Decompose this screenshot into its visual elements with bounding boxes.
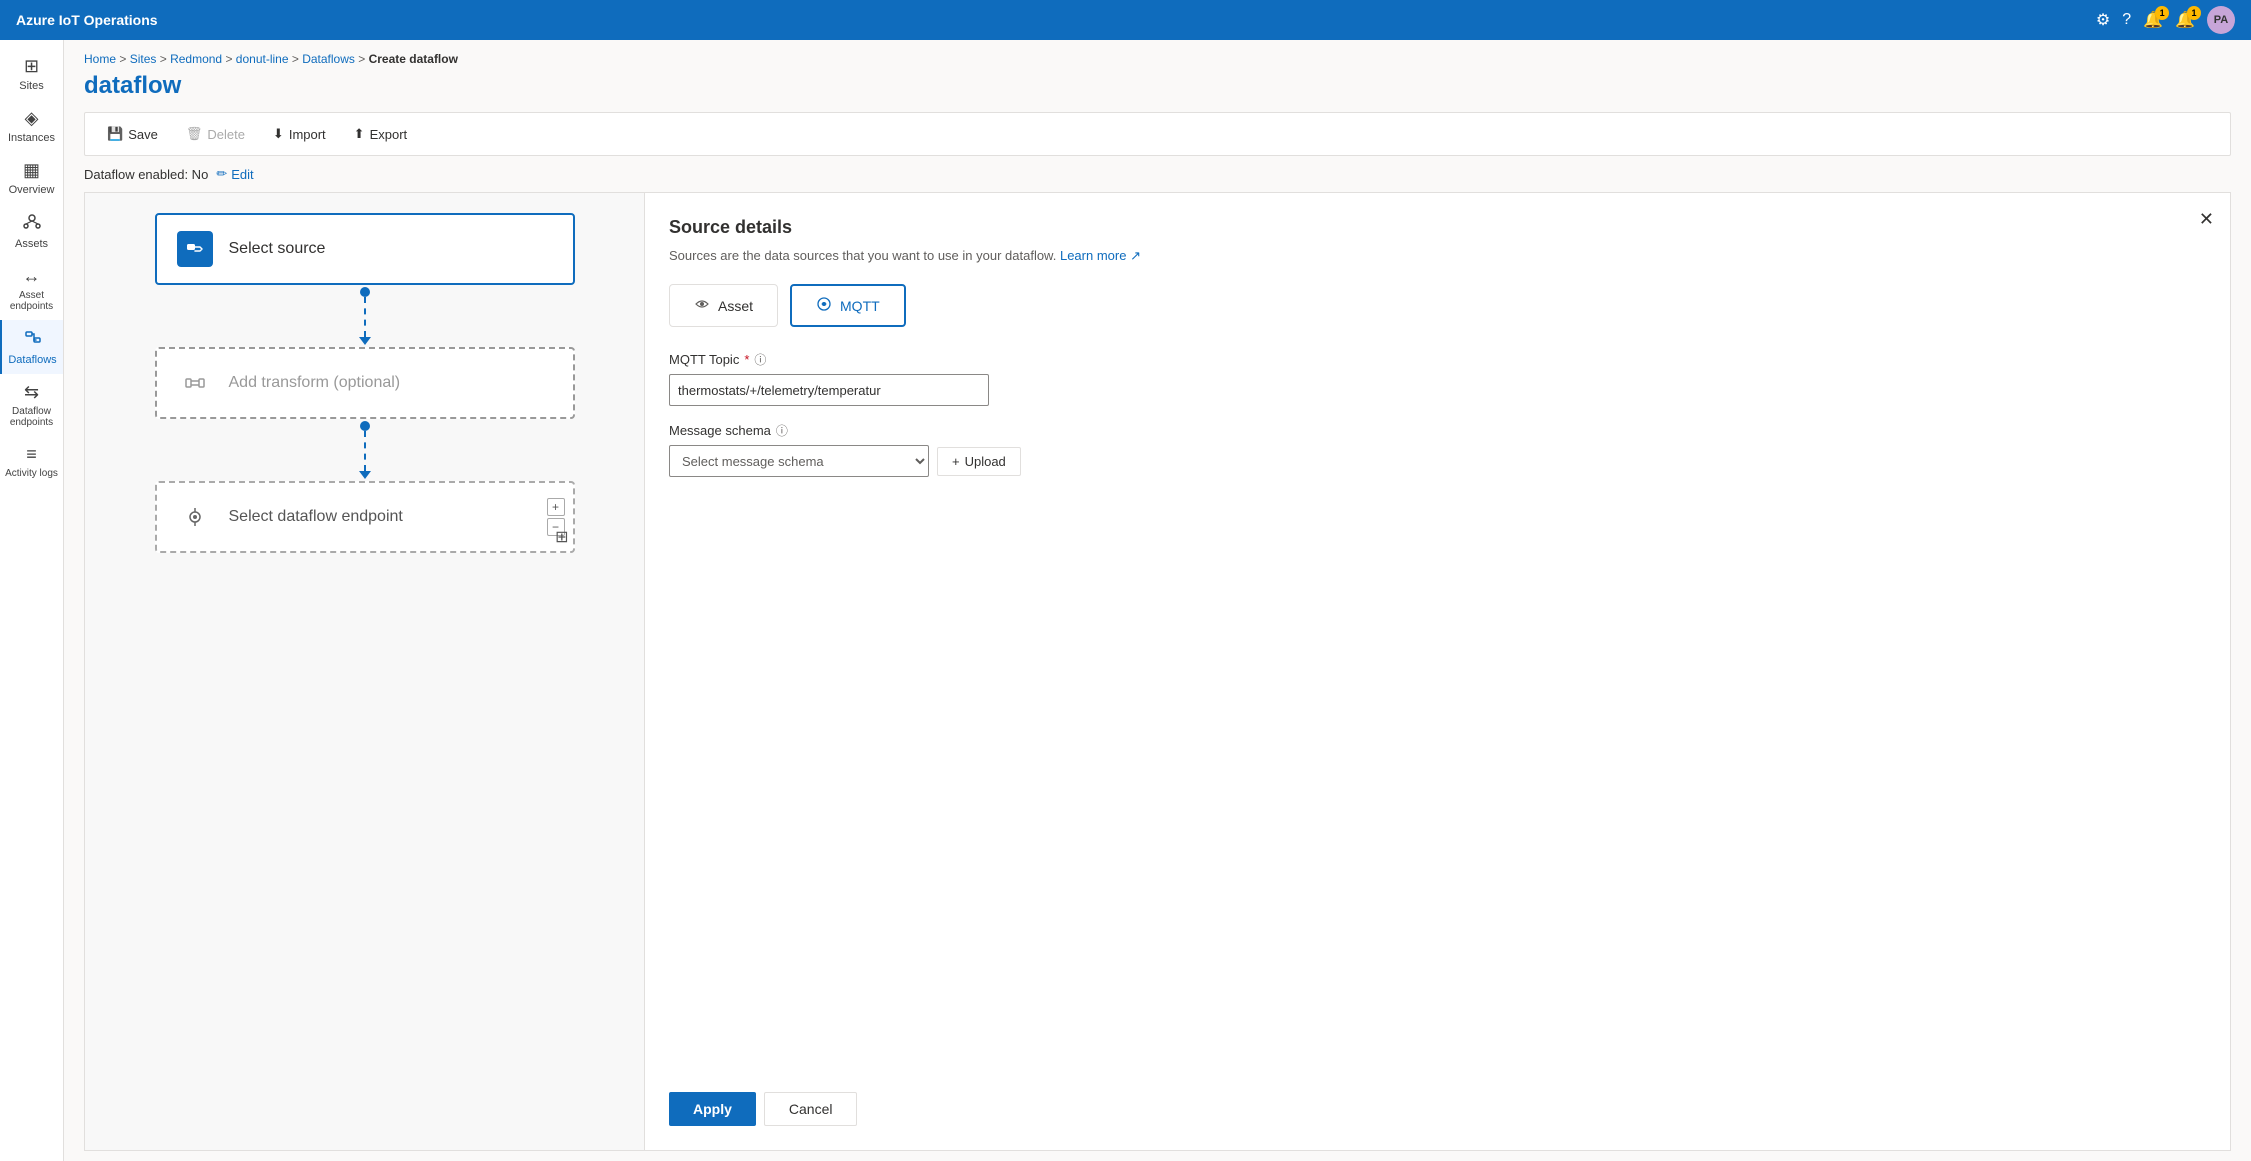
assets-icon <box>23 212 41 235</box>
arrow-1 <box>359 337 371 345</box>
transform-node-label: Add transform (optional) <box>229 374 401 392</box>
asset-endpoints-icon: ↔ <box>23 266 41 287</box>
alert1-badge: 1 <box>2155 6 2169 20</box>
plus-button[interactable]: + <box>547 498 565 516</box>
details-title: Source details <box>669 217 2206 238</box>
avatar[interactable]: PA <box>2207 6 2235 34</box>
connector-2 <box>359 421 371 479</box>
mqtt-topic-input[interactable] <box>669 374 989 406</box>
export-button[interactable]: ⬆ Export <box>344 121 417 147</box>
source-type-buttons: Asset MQTT <box>669 284 2206 327</box>
sidebar-item-dataflow-endpoints-label: Dataflow endpoints <box>4 406 59 428</box>
sidebar-item-overview-label: Overview <box>9 184 55 196</box>
mqtt-button[interactable]: MQTT <box>790 284 906 327</box>
dashed-line-1 <box>364 297 366 337</box>
sites-icon: ⊞ <box>24 56 39 77</box>
endpoint-node-label: Select dataflow endpoint <box>229 508 403 526</box>
dataflow-status: Dataflow enabled: No <box>84 167 208 182</box>
corner-icon: ⊞ <box>555 527 568 547</box>
export-icon: ⬆ <box>354 126 365 142</box>
endpoint-node[interactable]: Select dataflow endpoint + − ⊞ <box>155 481 575 553</box>
sidebar-item-activity-logs[interactable]: ≡ Activity logs <box>0 436 63 487</box>
sidebar-item-overview[interactable]: ▦ Overview <box>0 152 63 204</box>
dataflow-endpoints-icon: ⇆ <box>24 382 39 403</box>
mqtt-topic-label: MQTT Topic * ⓘ <box>669 351 2206 368</box>
dashed-line-2 <box>364 431 366 471</box>
close-button[interactable]: ✕ <box>2199 209 2214 230</box>
cancel-button[interactable]: Cancel <box>764 1092 858 1126</box>
message-schema-info-icon[interactable]: ⓘ <box>776 422 788 439</box>
apply-button[interactable]: Apply <box>669 1092 756 1126</box>
flow-panel: Select source Add transform (optional) <box>85 193 645 1150</box>
dot-1 <box>360 287 370 297</box>
details-subtitle: Sources are the data sources that you wa… <box>669 248 2206 264</box>
sidebar-item-dataflows[interactable]: Dataflows <box>0 320 63 374</box>
dataflows-icon <box>24 328 42 351</box>
main-layout: ⊞ Sites ◈ Instances ▦ Overview Assets ↔ … <box>0 40 2251 1161</box>
transform-icon <box>177 365 213 401</box>
app-title: Azure IoT Operations <box>16 12 158 28</box>
sidebar-item-asset-endpoints-label: Asset endpoints <box>4 290 59 312</box>
save-icon: 💾 <box>107 126 123 142</box>
learn-more-link[interactable]: Learn more ↗ <box>1060 248 1141 263</box>
edit-icon: ✏ <box>216 166 227 182</box>
toolbar: 💾 Save 🗑 Delete ⬇ Import ⬆ Export <box>84 112 2231 156</box>
status-bar: Dataflow enabled: No ✏ Edit <box>84 166 2231 182</box>
sidebar-item-sites[interactable]: ⊞ Sites <box>0 48 63 100</box>
import-button[interactable]: ⬇ Import <box>263 121 336 147</box>
upload-button[interactable]: + Upload <box>937 447 1021 476</box>
top-nav: Azure IoT Operations ⚙ ? 🔔1 🔔1 PA <box>0 0 2251 40</box>
action-buttons: Apply Cancel <box>669 1092 857 1126</box>
sidebar-item-asset-endpoints[interactable]: ↔ Asset endpoints <box>0 258 63 320</box>
sidebar-item-activity-logs-label: Activity logs <box>5 468 58 479</box>
overview-icon: ▦ <box>23 160 40 181</box>
required-star: * <box>744 352 749 367</box>
mqtt-topic-info-icon[interactable]: ⓘ <box>754 351 766 368</box>
import-icon: ⬇ <box>273 126 284 142</box>
content-area: Home > Sites > Redmond > donut-line > Da… <box>64 40 2251 1161</box>
alert2-icon[interactable]: 🔔1 <box>2175 10 2195 30</box>
source-node-label: Select source <box>229 240 326 258</box>
sidebar-item-assets[interactable]: Assets <box>0 204 63 258</box>
sidebar: ⊞ Sites ◈ Instances ▦ Overview Assets ↔ … <box>0 40 64 1161</box>
connector-1 <box>359 287 371 345</box>
asset-button[interactable]: Asset <box>669 284 778 327</box>
upload-icon: + <box>952 454 960 469</box>
edit-button[interactable]: ✏ Edit <box>216 166 253 182</box>
select-source-node[interactable]: Select source <box>155 213 575 285</box>
help-icon[interactable]: ? <box>2122 11 2131 29</box>
top-nav-icons: ⚙ ? 🔔1 🔔1 PA <box>2096 6 2235 34</box>
sidebar-item-dataflow-endpoints[interactable]: ⇆ Dataflow endpoints <box>0 374 63 436</box>
message-schema-select[interactable]: Select message schema <box>669 445 929 477</box>
alert2-badge: 1 <box>2187 6 2201 20</box>
sidebar-item-assets-label: Assets <box>15 238 48 250</box>
breadcrumb: Home > Sites > Redmond > donut-line > Da… <box>64 40 2251 66</box>
page-title: dataflow <box>64 66 2251 112</box>
save-button[interactable]: 💾 Save <box>97 121 168 147</box>
source-node-icon <box>177 231 213 267</box>
sidebar-item-instances[interactable]: ◈ Instances <box>0 100 63 152</box>
alert1-icon[interactable]: 🔔1 <box>2143 10 2163 30</box>
breadcrumb-current: Create dataflow <box>369 52 458 66</box>
transform-node[interactable]: Add transform (optional) <box>155 347 575 419</box>
arrow-2 <box>359 471 371 479</box>
endpoint-icon <box>177 499 213 535</box>
sidebar-item-dataflows-label: Dataflows <box>8 354 56 366</box>
activity-logs-icon: ≡ <box>26 444 37 465</box>
delete-button[interactable]: 🗑 Delete <box>176 121 255 147</box>
dot-2 <box>360 421 370 431</box>
settings-icon[interactable]: ⚙ <box>2096 10 2110 30</box>
two-panel: Select source Add transform (optional) <box>84 192 2231 1151</box>
sidebar-item-sites-label: Sites <box>19 80 43 92</box>
details-panel: ✕ Source details Sources are the data so… <box>645 193 2230 1150</box>
message-schema-row: Select message schema + Upload <box>669 445 2206 477</box>
sidebar-item-instances-label: Instances <box>8 132 55 144</box>
delete-icon: 🗑 <box>186 126 203 142</box>
instances-icon: ◈ <box>25 108 39 129</box>
mqtt-icon <box>816 296 832 315</box>
message-schema-label: Message schema ⓘ <box>669 422 2206 439</box>
asset-icon <box>694 296 710 315</box>
